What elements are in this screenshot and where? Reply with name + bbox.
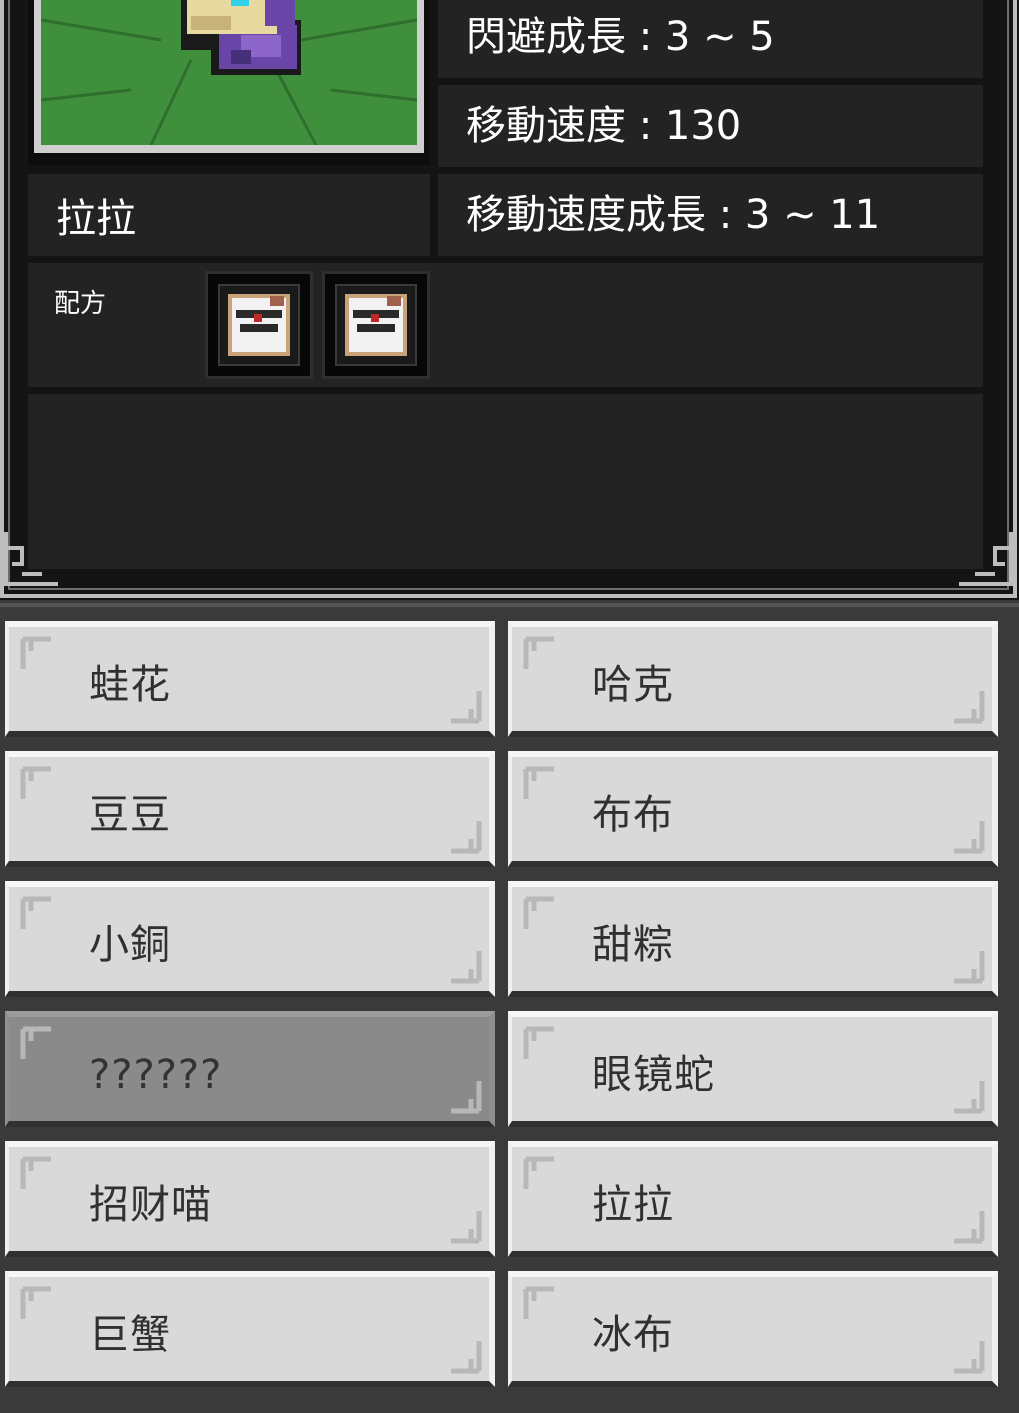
corner-deco-icon	[523, 636, 554, 669]
pet-list-item-label: 哈克	[592, 662, 674, 708]
pet-list-item-label: ??????	[89, 1052, 223, 1098]
recipe-slot-2[interactable]	[322, 271, 430, 379]
recipe-slot-1[interactable]	[205, 271, 313, 379]
pet-sprite	[181, 0, 301, 75]
corner-deco-icon	[451, 821, 482, 854]
corner-deco-icon	[523, 1026, 554, 1059]
recipe-label: 配方	[54, 289, 107, 319]
corner-deco-icon	[451, 1081, 482, 1114]
recipe-scroll-icon	[345, 294, 407, 356]
move-speed-text: 移動速度 : 130	[466, 103, 742, 149]
pet-list-item[interactable]: 布布	[508, 751, 998, 867]
pet-list-item-label: 拉拉	[592, 1182, 674, 1228]
corner-deco-icon	[20, 896, 51, 929]
corner-deco-icon	[523, 1286, 554, 1319]
corner-deco-icon	[451, 1211, 482, 1244]
pet-list-item[interactable]: 豆豆	[5, 751, 495, 867]
corner-deco-icon	[20, 1286, 51, 1319]
corner-deco-icon	[954, 951, 985, 984]
pet-list: 蛙花 哈克豆豆 布布小銅 甜粽?????? 眼镜蛇招财喵 拉拉巨蟹 冰布	[0, 603, 1019, 1413]
corner-deco-icon	[20, 636, 51, 669]
pet-list-item-label: 豆豆	[89, 792, 171, 838]
corner-deco-icon	[451, 1341, 482, 1374]
corner-deco-icon	[451, 691, 482, 724]
corner-deco-icon	[523, 896, 554, 929]
corner-deco-icon	[954, 1341, 985, 1374]
pet-list-item[interactable]: 巨蟹	[5, 1271, 495, 1387]
pet-detail-panel: 閃避成長 : 3 ~ 5 移動速度 : 130 拉拉 移動速度成長 : 3 ~ …	[0, 0, 1019, 600]
pet-portrait	[28, 0, 430, 165]
pet-list-item-label: 甜粽	[592, 922, 674, 968]
corner-deco-icon	[954, 1081, 985, 1114]
corner-deco-icon	[954, 1211, 985, 1244]
pet-name-cell: 拉拉	[28, 174, 430, 256]
description-area	[28, 394, 983, 569]
pet-list-item[interactable]: 招财喵	[5, 1141, 495, 1257]
corner-deco-icon	[451, 951, 482, 984]
corner-ornament-icon	[959, 532, 1013, 586]
corner-deco-icon	[20, 766, 51, 799]
pet-list-item[interactable]: 冰布	[508, 1271, 998, 1387]
corner-ornament-icon	[4, 532, 58, 586]
pet-list-item-label: 招财喵	[89, 1182, 212, 1228]
move-speed-growth-stat: 移動速度成長 : 3 ~ 11	[438, 174, 983, 256]
pet-list-item[interactable]: 哈克	[508, 621, 998, 737]
corner-deco-icon	[523, 1156, 554, 1189]
dodge-growth-text: 閃避成長 : 3 ~ 5	[466, 14, 775, 60]
pet-list-item-label: 眼镜蛇	[592, 1052, 715, 1098]
pet-list-item[interactable]: 拉拉	[508, 1141, 998, 1257]
corner-deco-icon	[954, 821, 985, 854]
portrait-background	[41, 0, 417, 145]
move-speed-stat: 移動速度 : 130	[438, 85, 983, 167]
pet-list-item[interactable]: 眼镜蛇	[508, 1011, 998, 1127]
pet-list-item-label: 蛙花	[89, 662, 171, 708]
corner-deco-icon	[20, 1156, 51, 1189]
pet-list-item: ??????	[5, 1011, 495, 1127]
dodge-growth-stat: 閃避成長 : 3 ~ 5	[438, 0, 983, 78]
pet-list-item-label: 小銅	[89, 922, 171, 968]
corner-deco-icon	[523, 766, 554, 799]
move-speed-growth-text: 移動速度成長 : 3 ~ 11	[466, 192, 881, 238]
pet-list-item[interactable]: 小銅	[5, 881, 495, 997]
corner-deco-icon	[20, 1026, 51, 1059]
pet-list-item[interactable]: 蛙花	[5, 621, 495, 737]
recipe-row: 配方	[28, 263, 983, 387]
pet-name: 拉拉	[56, 196, 136, 242]
pet-list-item-label: 布布	[592, 792, 674, 838]
pet-list-item-label: 巨蟹	[89, 1312, 171, 1358]
recipe-scroll-icon	[228, 294, 290, 356]
pet-list-item-label: 冰布	[592, 1312, 674, 1358]
pet-list-item[interactable]: 甜粽	[508, 881, 998, 997]
corner-deco-icon	[954, 691, 985, 724]
